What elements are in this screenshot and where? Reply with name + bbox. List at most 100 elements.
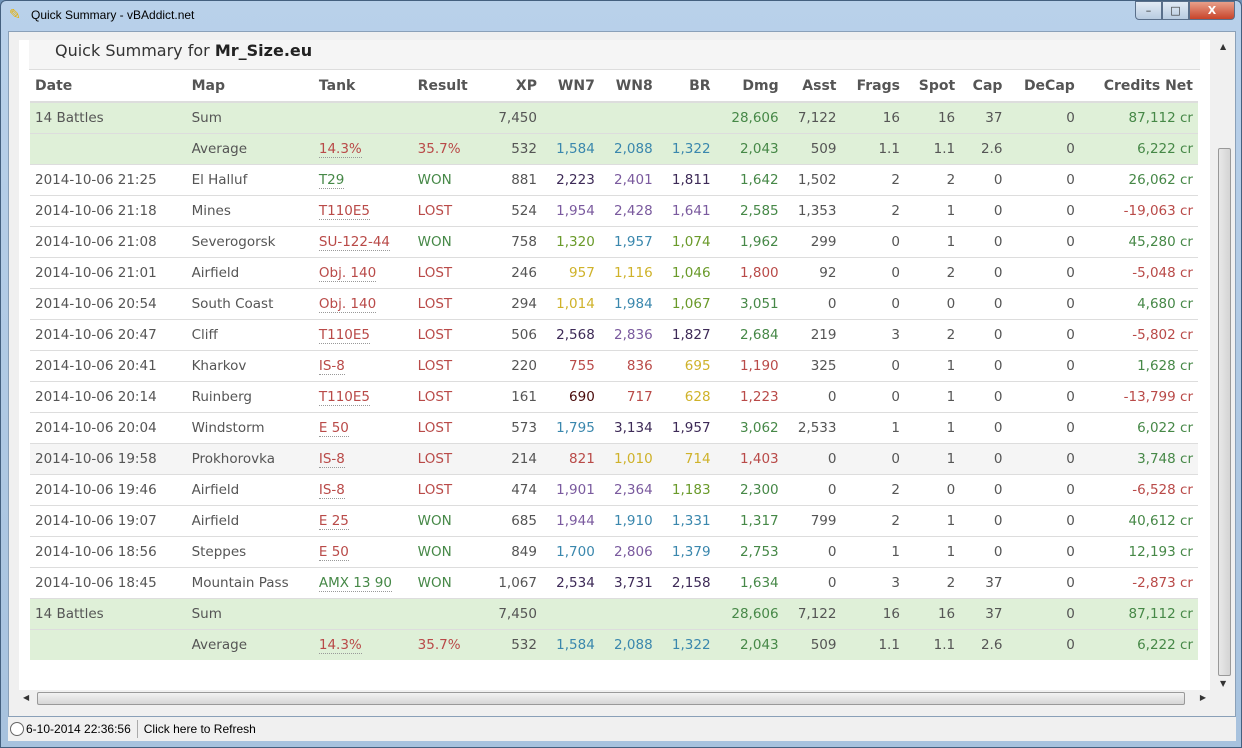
tank-value[interactable]: T110E5 [318,326,371,344]
column-header-br[interactable]: BR [657,71,716,103]
cell-frags: 2 [841,194,905,226]
br-value: 628 [684,388,711,405]
tank-value[interactable]: 14.3% [318,140,362,158]
date-value: 2014-10-06 18:45 [35,574,157,591]
tank-value[interactable]: 14.3% [318,636,362,654]
column-header-asst[interactable]: Asst [783,71,842,103]
cell-result: WON [412,163,485,195]
column-header-wn8[interactable]: WN8 [599,71,658,103]
tank-value[interactable]: E 50 [318,543,349,561]
battle-row: 2014-10-06 20:41 Kharkov IS-8 LOST 220 755 836… [30,349,1198,381]
horizontal-scrollbar[interactable]: ◀ ▶ [19,690,1210,707]
cell-dmg: 28,606 [715,597,784,629]
cell-wn7: 821 [541,442,600,474]
credits-value: 26,062 cr [1128,171,1193,188]
cell-xp: 474 [484,473,542,505]
frags-value: 0 [891,233,900,250]
tank-value[interactable]: IS-8 [318,357,345,375]
column-header-cap[interactable]: Cap [960,71,1008,103]
tank-value[interactable]: Obj. 140 [318,264,377,282]
close-button[interactable]: X [1189,1,1235,20]
column-header-credits-net[interactable]: Credits Net [1079,71,1198,103]
tank-value[interactable]: T110E5 [318,388,371,406]
cell-cap: 0 [960,225,1008,257]
scroll-up-icon[interactable]: ▲ [1220,42,1226,51]
vertical-scroll-thumb[interactable] [1218,148,1231,676]
cell-map: Airfield [186,504,314,536]
spot-value: 1 [946,202,956,219]
tank-value[interactable]: E 50 [318,419,349,437]
status-timestamp: 6-10-2014 22:36:56 [26,722,131,736]
tank-value[interactable]: Obj. 140 [318,295,377,313]
tank-value[interactable]: T110E5 [318,202,371,220]
column-header-frags[interactable]: Frags [841,71,905,103]
column-header-tank[interactable]: Tank [313,71,413,103]
scroll-right-icon[interactable]: ▶ [1200,693,1206,702]
map-value: Mountain Pass [191,574,289,591]
wn8-value: 1,010 [614,450,653,467]
asst-value: 0 [827,543,837,560]
dmg-value: 1,962 [739,233,779,250]
cell-xp: 532 [484,132,542,164]
column-header-result[interactable]: Result [412,71,485,103]
status-divider [136,720,138,738]
cell-result: LOST [412,318,485,350]
minimize-button[interactable]: – [1135,1,1162,20]
dmg-value: 1,642 [739,171,779,188]
cell-wn7: 1,901 [541,473,600,505]
refresh-link[interactable]: Click here to Refresh [144,722,256,736]
tank-value[interactable]: AMX 13 90 [318,574,392,592]
column-header-decap[interactable]: DeCap [1007,71,1080,103]
date-value: 14 Battles [35,109,104,126]
decap-value: 0 [1066,450,1075,467]
column-header-dmg[interactable]: Dmg [715,71,784,103]
asst-value: 0 [827,481,837,498]
cell-dmg: 2,043 [715,628,784,660]
horizontal-scroll-thumb[interactable] [37,692,1185,705]
cell-frags: 0 [841,225,905,257]
maximize-button[interactable]: □ [1162,1,1189,20]
decap-value: 0 [1066,233,1075,250]
map-value: Sum [191,605,222,622]
cell-asst: 325 [783,349,842,381]
xp-value: 532 [511,140,537,157]
decap-value: 0 [1066,357,1075,374]
dmg-value: 2,300 [739,481,779,498]
cell-dmg: 1,800 [715,256,784,288]
cell-dmg: 1,223 [715,380,784,412]
cell-map: Prokhorovka [186,442,314,474]
tank-value[interactable]: T29 [318,171,345,189]
spot-value: 16 [937,109,956,126]
cell-br: 1,811 [657,163,716,195]
cell-credits: 1,628 cr [1079,349,1198,381]
tank-value[interactable]: E 25 [318,512,349,530]
cell-decap: 0 [1007,473,1080,505]
cell-decap: 0 [1007,132,1080,164]
scroll-down-icon[interactable]: ▼ [1220,679,1226,688]
cell-br: 695 [657,349,716,381]
tank-value[interactable]: SU-122-44 [318,233,391,251]
column-header-map[interactable]: Map [186,71,314,103]
br-value: 1,379 [671,543,711,560]
tank-value[interactable]: IS-8 [318,450,345,468]
cell-date [30,628,187,660]
cell-wn7: 2,568 [541,318,600,350]
column-header-xp[interactable]: XP [484,71,542,103]
map-value: Severogorsk [191,233,276,250]
xp-value: 1,067 [498,574,537,591]
frags-value: 0 [891,295,900,312]
column-header-date[interactable]: Date [30,71,187,103]
tank-value[interactable]: IS-8 [318,481,345,499]
cell-result: LOST [412,473,485,505]
xp-value: 294 [511,295,537,312]
column-header-spot[interactable]: Spot [904,71,961,103]
vertical-scrollbar[interactable]: ▲ ▼ [1216,40,1233,690]
summary-sum-row: 14 Battles Sum 7,450 28,606 7,122 16 16 37 0 87,1… [30,101,1198,133]
column-header-wn7[interactable]: WN7 [541,71,600,103]
wn8-value: 2,364 [614,481,653,498]
wn8-value: 2,401 [614,171,653,188]
cell-asst: 799 [783,504,842,536]
scroll-left-icon[interactable]: ◀ [23,693,29,702]
cell-spot: 1 [904,225,961,257]
credits-value: 12,193 cr [1128,543,1193,560]
